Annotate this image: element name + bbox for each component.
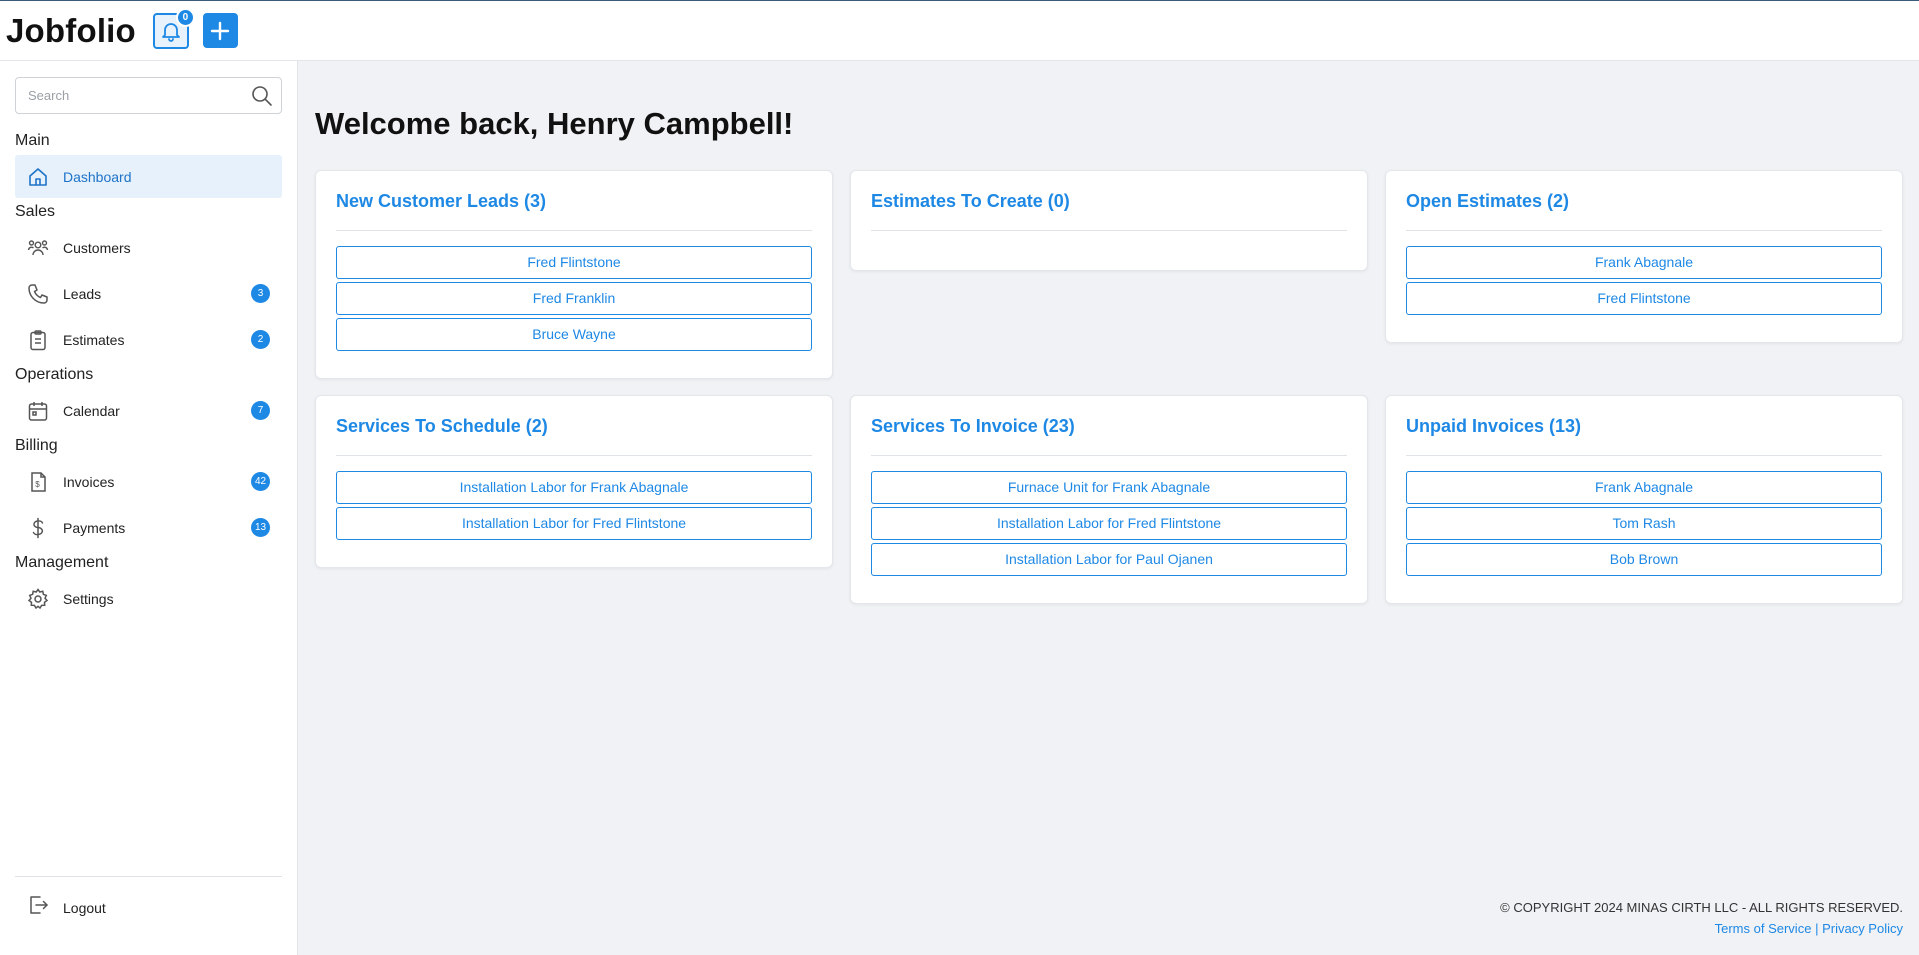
main-content: Welcome back, Henry Campbell! New Custom… <box>298 61 1919 955</box>
app-logo[interactable]: Jobfolio <box>6 12 136 50</box>
card-items: Frank Abagnale Tom Rash Bob Brown <box>1406 456 1882 576</box>
card-title[interactable]: Estimates To Create (0) <box>871 171 1347 231</box>
card-title[interactable]: Services To Invoice (23) <box>871 396 1347 456</box>
notifications-button[interactable]: 0 <box>152 7 195 49</box>
phone-icon <box>27 283 49 305</box>
sidebar-item-calendar[interactable]: Calendar 7 <box>15 389 282 432</box>
sidebar: Main Dashboard Sales Customers <box>0 61 298 955</box>
card-title[interactable]: Open Estimates (2) <box>1406 171 1882 231</box>
plus-icon <box>211 21 230 40</box>
gear-icon <box>27 587 49 610</box>
invoice-icon: $ <box>27 471 49 493</box>
sidebar-bottom: Logout <box>15 876 282 929</box>
logout-label: Logout <box>63 899 106 916</box>
logout-button[interactable]: Logout <box>15 886 282 929</box>
search-box <box>15 77 282 114</box>
card-item-button[interactable]: Bruce Wayne <box>336 318 812 351</box>
sidebar-item-label: Payments <box>63 519 126 536</box>
sidebar-item-label: Estimates <box>63 331 125 348</box>
users-icon <box>27 237 49 259</box>
home-icon <box>27 166 49 188</box>
page-title: Welcome back, Henry Campbell! <box>315 106 794 141</box>
terms-link[interactable]: Terms of Service <box>1715 921 1812 936</box>
sidebar-item-payments[interactable]: Payments 13 <box>15 506 282 549</box>
sidebar-item-label: Invoices <box>63 473 115 490</box>
sidebar-item-settings[interactable]: Settings <box>15 577 282 620</box>
card-items <box>871 231 1347 246</box>
card-item-button[interactable]: Frank Abagnale <box>1406 471 1882 504</box>
sidebar-nav: Main Dashboard Sales Customers Leads 3 E… <box>15 130 282 623</box>
section-label-management: Management <box>15 554 109 571</box>
footer: © COPYRIGHT 2024 MINAS CIRTH LLC - ALL R… <box>1500 897 1903 939</box>
card-item-button[interactable]: Bob Brown <box>1406 543 1882 576</box>
card-items: Furnace Unit for Frank Abagnale Installat… <box>871 456 1347 576</box>
top-bar: Jobfolio 0 <box>0 0 1919 61</box>
payments-count-badge: 13 <box>251 518 270 537</box>
logout-icon <box>27 894 49 921</box>
sidebar-item-label: Settings <box>63 590 114 607</box>
section-label-operations: Operations <box>15 366 94 383</box>
notification-count-badge: 0 <box>175 7 195 27</box>
search-input[interactable] <box>16 78 249 113</box>
card-item-button[interactable]: Frank Abagnale <box>1406 246 1882 279</box>
sidebar-item-label: Calendar <box>63 402 120 419</box>
card-estimates-to-create: Estimates To Create (0) <box>850 170 1368 271</box>
sidebar-item-label: Dashboard <box>63 168 132 185</box>
card-item-button[interactable]: Installation Labor for Paul Ojanen <box>871 543 1347 576</box>
card-item-button[interactable]: Fred Flintstone <box>1406 282 1882 315</box>
svg-text:$: $ <box>35 480 40 489</box>
sidebar-item-label: Leads <box>63 285 102 302</box>
estimates-count-badge: 2 <box>251 330 270 349</box>
card-item-button[interactable]: Installation Labor for Fred Flintstone <box>871 507 1347 540</box>
privacy-link[interactable]: Privacy Policy <box>1822 921 1903 936</box>
calendar-count-badge: 7 <box>251 401 270 420</box>
card-new-customer-leads: New Customer Leads (3) Fred Flintstone Fr… <box>315 170 833 379</box>
card-items: Fred Flintstone Fred Franklin Bruce Wayne <box>336 231 812 351</box>
search-icon[interactable] <box>249 83 275 109</box>
leads-count-badge: 3 <box>251 284 270 303</box>
copyright-text: © COPYRIGHT 2024 MINAS CIRTH LLC - ALL R… <box>1500 900 1903 915</box>
sidebar-item-invoices[interactable]: $ Invoices 42 <box>15 460 282 503</box>
add-new-button[interactable] <box>202 13 238 48</box>
card-items: Installation Labor for Frank Abagnale Ins… <box>336 456 812 540</box>
card-title[interactable]: Unpaid Invoices (13) <box>1406 396 1882 456</box>
sidebar-item-dashboard[interactable]: Dashboard <box>15 155 282 198</box>
invoices-count-badge: 42 <box>251 472 270 491</box>
sidebar-item-estimates[interactable]: Estimates 2 <box>15 318 282 361</box>
calendar-icon <box>27 400 49 422</box>
card-services-to-invoice: Services To Invoice (23) Furnace Unit fo… <box>850 395 1368 604</box>
dollar-icon <box>27 517 49 539</box>
card-item-button[interactable]: Installation Labor for Frank Abagnale <box>336 471 812 504</box>
section-label-billing: Billing <box>15 437 58 454</box>
card-title[interactable]: New Customer Leads (3) <box>336 171 812 231</box>
card-items: Frank Abagnale Fred Flintstone <box>1406 231 1882 315</box>
card-title[interactable]: Services To Schedule (2) <box>336 396 812 456</box>
sidebar-item-customers[interactable]: Customers <box>15 226 282 269</box>
footer-separator: | <box>1815 921 1819 936</box>
card-item-button[interactable]: Furnace Unit for Frank Abagnale <box>871 471 1347 504</box>
card-services-to-schedule: Services To Schedule (2) Installation La… <box>315 395 833 568</box>
card-item-button[interactable]: Tom Rash <box>1406 507 1882 540</box>
section-label-main: Main <box>15 132 50 149</box>
sidebar-item-label: Customers <box>63 239 131 256</box>
sidebar-item-leads[interactable]: Leads 3 <box>15 272 282 315</box>
card-unpaid-invoices: Unpaid Invoices (13) Frank Abagnale Tom R… <box>1385 395 1903 604</box>
clipboard-icon <box>27 329 49 351</box>
card-item-button[interactable]: Fred Franklin <box>336 282 812 315</box>
card-open-estimates: Open Estimates (2) Frank Abagnale Fred Fl… <box>1385 170 1903 343</box>
card-item-button[interactable]: Fred Flintstone <box>336 246 812 279</box>
card-item-button[interactable]: Installation Labor for Fred Flintstone <box>336 507 812 540</box>
section-label-sales: Sales <box>15 203 56 220</box>
